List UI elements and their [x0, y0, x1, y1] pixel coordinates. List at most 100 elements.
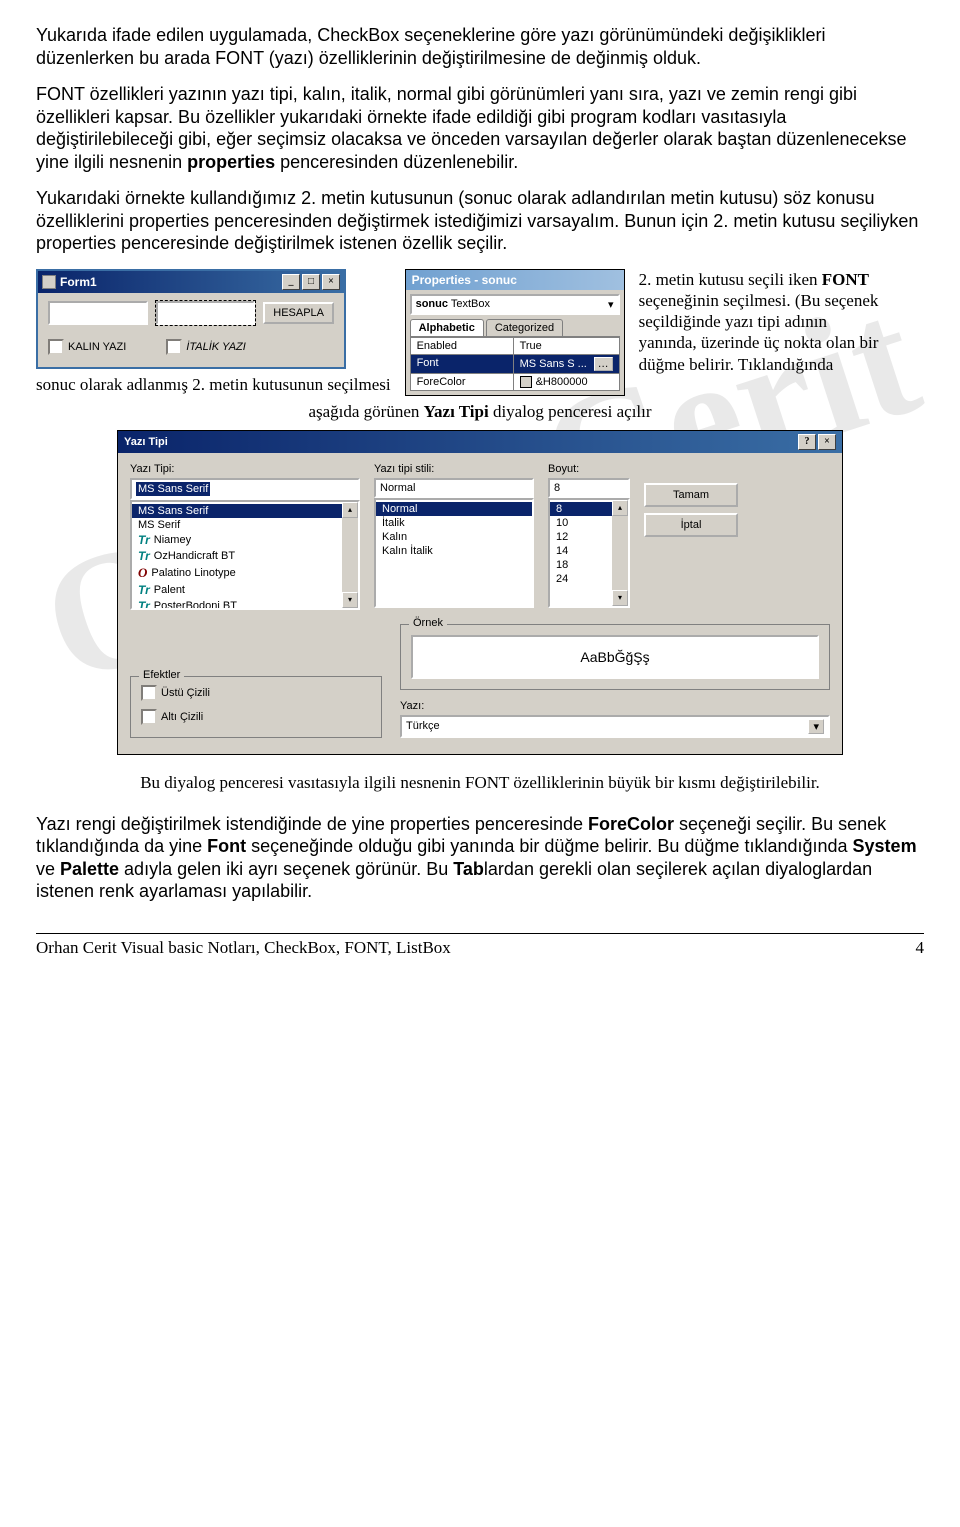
footer-left: Orhan Cerit Visual basic Notları, CheckB… — [36, 938, 451, 958]
label-stil: Yazı tipi stili: — [374, 463, 534, 475]
checkbox-underline[interactable]: Altı Çizili — [141, 709, 371, 725]
prop-key: Enabled — [411, 338, 514, 354]
label-yazi-tipi: Yazı Tipi: — [130, 463, 360, 475]
label-boyut: Boyut: — [548, 463, 630, 475]
properties-title: Properties - sonuc — [406, 270, 624, 290]
scroll-down-icon[interactable]: ▾ — [342, 592, 358, 608]
form1-titlebar[interactable]: Form1 _ □ × — [38, 271, 344, 293]
sc-c: seçeneğinin seçilmesi. (Bu seçenek seçil… — [639, 291, 879, 374]
tab-alphabetic[interactable]: Alphabetic — [410, 319, 484, 336]
help-button[interactable]: ? — [798, 434, 816, 450]
font-style-value: Normal — [380, 482, 415, 494]
cc-a: aşağıda görünen — [308, 402, 423, 421]
font-dialog: Yazı Tipi ? × Yazı Tipi: MS Sans Serif M… — [117, 430, 843, 755]
font-style-input[interactable]: Normal — [374, 478, 534, 498]
truetype-icon: Tr — [138, 583, 150, 597]
maximize-button[interactable]: □ — [302, 274, 320, 290]
opentype-icon: O — [138, 565, 147, 581]
side-caption: 2. metin kutusu seçili iken FONT seçeneğ… — [639, 269, 879, 375]
form1-title: Form1 — [60, 275, 97, 289]
list-item[interactable]: TrPosterBodoni BT — [132, 598, 342, 610]
list-item[interactable]: 10 — [550, 516, 612, 530]
style-list[interactable]: Normal İtalik Kalın Kalın İtalik — [374, 498, 534, 608]
label-yazi: Yazı: — [400, 700, 830, 712]
prop-val: True — [514, 338, 619, 354]
font-name-input[interactable]: MS Sans Serif — [130, 478, 360, 500]
scrollbar[interactable]: ▴ ▾ — [612, 500, 628, 606]
center-caption: aşağıda görünen Yazı Tipi diyalog pencer… — [36, 402, 924, 422]
list-item[interactable]: TrOzHandicraft BT — [132, 548, 342, 564]
form1-window: Form1 _ □ × HESAPLA KALIN YAZI — [36, 269, 346, 369]
chevron-down-icon: ▾ — [608, 298, 614, 311]
checkbox-strike-label: Üstü Çizili — [161, 687, 210, 699]
font-list[interactable]: MS Sans Serif MS Serif TrNiamey TrOzHand… — [130, 500, 360, 610]
caption-1: sonuc olarak adlanmış 2. metin kutusunun… — [36, 375, 391, 395]
sample-text: AaBbĞğŞş — [411, 635, 819, 679]
truetype-icon: Tr — [138, 599, 150, 610]
list-item[interactable]: MS Serif — [132, 518, 342, 532]
font-dialog-titlebar[interactable]: Yazı Tipi ? × — [118, 431, 842, 453]
minimize-button[interactable]: _ — [282, 274, 300, 290]
checkbox-italik[interactable]: İTALİK YAZI — [166, 339, 246, 355]
paragraph-3: Yukarıdaki örnekte kullandığımız 2. meti… — [36, 187, 924, 255]
list-item[interactable]: TrNiamey — [132, 532, 342, 548]
font-size-value: 8 — [554, 482, 560, 494]
list-item[interactable]: Normal — [376, 502, 532, 516]
checkbox-strike[interactable]: Üstü Çizili — [141, 685, 371, 701]
object-selector[interactable]: sonuc TextBox ▾ — [410, 294, 620, 315]
list-item[interactable]: TrPalent — [132, 582, 342, 598]
checkbox-kalin[interactable]: KALIN YAZI — [48, 339, 126, 355]
scroll-up-icon[interactable]: ▴ — [612, 500, 628, 516]
paragraph-2: FONT özellikleri yazının yazı tipi, kalı… — [36, 83, 924, 173]
obj-name: sonuc — [416, 298, 448, 310]
list-item[interactable]: MS Sans Serif — [132, 504, 342, 518]
cancel-button[interactable]: İptal — [644, 513, 738, 537]
list-item[interactable]: 12 — [550, 530, 612, 544]
scroll-up-icon[interactable]: ▴ — [342, 502, 358, 518]
sc-b: FONT — [822, 270, 869, 289]
list-item[interactable]: 18 — [550, 558, 612, 572]
list-item[interactable]: OPalatino Linotype — [132, 564, 342, 582]
prop-row[interactable]: ForeColor &H800000 — [411, 373, 619, 390]
sc-a: 2. metin kutusu seçili iken — [639, 270, 822, 289]
cc-c: diyalog penceresi açılır — [489, 402, 652, 421]
textbox-1[interactable] — [48, 301, 148, 325]
checkbox-icon — [141, 709, 157, 725]
p2b: properties — [187, 152, 275, 172]
sample-legend: Örnek — [409, 617, 447, 629]
cc-b: Yazı Tipi — [424, 402, 489, 421]
ellipsis-button[interactable]: … — [594, 357, 613, 371]
prop-row-selected[interactable]: Font MS Sans S ... … — [411, 354, 619, 373]
size-list[interactable]: 8 10 12 14 18 24 ▴ ▾ — [548, 498, 630, 608]
textbox-sonuc[interactable] — [156, 301, 256, 325]
properties-window: Properties - sonuc sonuc TextBox ▾ Alpha… — [405, 269, 625, 396]
scrollbar[interactable]: ▴ ▾ — [342, 502, 358, 608]
checkbox-icon — [141, 685, 157, 701]
list-item[interactable]: 24 — [550, 572, 612, 586]
font-size-input[interactable]: 8 — [548, 478, 630, 498]
close-button[interactable]: × — [818, 434, 836, 450]
script-combo[interactable]: Türkçe ▾ — [400, 715, 830, 738]
prop-key: ForeColor — [411, 374, 514, 390]
list-item[interactable]: İtalik — [376, 516, 532, 530]
prop-row[interactable]: Enabled True — [411, 337, 619, 354]
list-item[interactable]: Kalın İtalik — [376, 544, 532, 558]
tab-categorized[interactable]: Categorized — [486, 319, 563, 336]
prop-key: Font — [411, 355, 514, 373]
hesapla-button[interactable]: HESAPLA — [263, 302, 334, 324]
scroll-down-icon[interactable]: ▾ — [612, 590, 628, 606]
list-item[interactable]: 14 — [550, 544, 612, 558]
page-footer: Orhan Cerit Visual basic Notları, CheckB… — [36, 933, 924, 958]
paragraph-4: Yazı rengi değiştirilmek istendiğinde de… — [36, 813, 924, 903]
prop-val: &H800000 — [536, 376, 588, 388]
close-button[interactable]: × — [322, 274, 340, 290]
checkbox-icon — [48, 339, 64, 355]
list-item[interactable]: 8 — [550, 502, 612, 516]
font-dialog-title: Yazı Tipi — [124, 436, 168, 448]
list-item[interactable]: Kalın — [376, 530, 532, 544]
checkbox-italik-label: İTALİK YAZI — [186, 341, 246, 353]
prop-val: MS Sans S ... — [520, 358, 587, 370]
properties-tabs: Alphabetic Categorized — [410, 319, 620, 336]
ok-button[interactable]: Tamam — [644, 483, 738, 507]
checkbox-kalin-label: KALIN YAZI — [68, 341, 126, 353]
